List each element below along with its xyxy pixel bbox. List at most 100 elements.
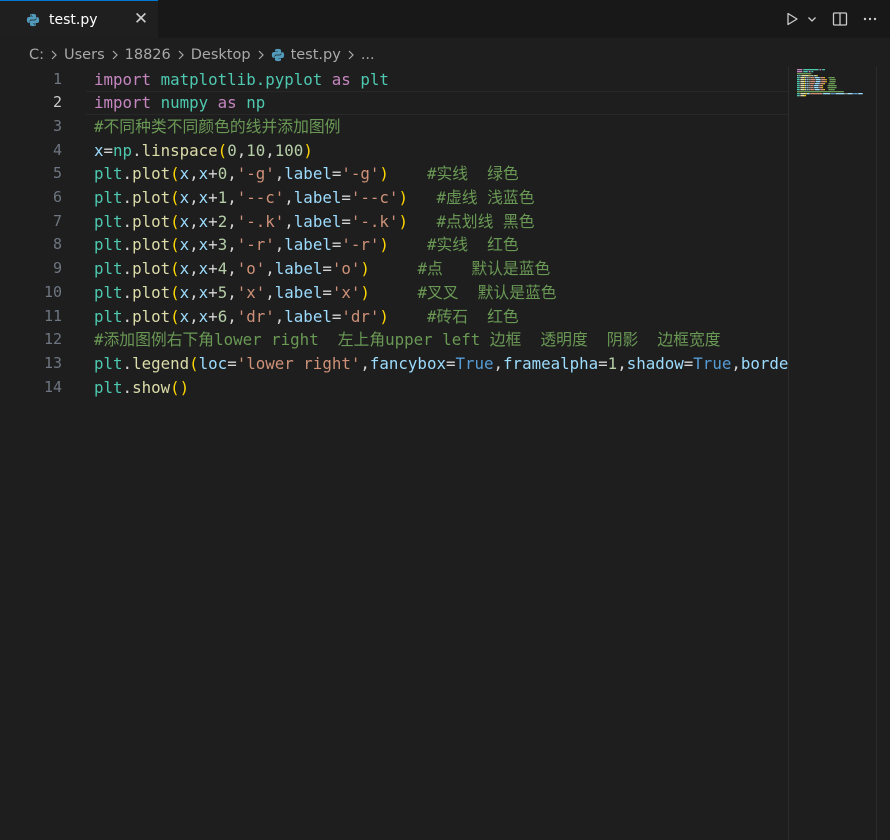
breadcrumb-more[interactable]: ... xyxy=(361,47,375,63)
vertical-scrollbar[interactable] xyxy=(876,67,890,840)
code-token: . xyxy=(122,164,133,184)
code-text: plt.show() xyxy=(94,376,189,400)
minimap-token xyxy=(797,77,800,79)
code-token: , xyxy=(189,188,199,207)
code-token: . xyxy=(122,211,133,231)
minimap-token xyxy=(811,71,814,73)
code-token: + xyxy=(208,259,218,279)
code-line[interactable]: 12 #添加图例右下角lower right 左上角upper left 边框 透… xyxy=(0,328,788,352)
code-token: = xyxy=(322,259,332,279)
line-number: 12 xyxy=(43,330,62,349)
code-token: = xyxy=(341,188,351,207)
code-line[interactable]: 3 #不同种类不同颜色的线并添加图例 xyxy=(0,115,788,139)
code-token: , xyxy=(265,282,275,302)
close-icon[interactable]: ✕ xyxy=(132,10,150,28)
code-token: numpy xyxy=(160,93,209,113)
minimap-token xyxy=(806,87,807,89)
minimap-token xyxy=(798,75,801,77)
code-token: #虚线 浅蓝色 xyxy=(436,188,535,207)
minimap-token xyxy=(807,79,809,81)
minimap-token xyxy=(805,77,806,79)
code-token: label xyxy=(293,188,342,207)
code-token: True xyxy=(455,353,494,373)
minimap-token xyxy=(816,75,818,77)
code-text: plt.plot(x,x+6,'dr',label='dr') #砖石 红色 xyxy=(94,305,519,329)
minimap-token xyxy=(806,89,807,91)
minimap-token xyxy=(824,83,825,85)
minimap-token xyxy=(813,85,815,87)
breadcrumb-user[interactable]: 18826 xyxy=(125,47,171,63)
code-token: '--c' xyxy=(350,188,399,207)
minimap-token xyxy=(835,93,845,95)
code-token: ( xyxy=(170,235,180,255)
code-token: ( xyxy=(170,164,180,184)
code-token: label xyxy=(284,235,332,255)
code-token: '-.k' xyxy=(350,211,399,231)
code-token: . xyxy=(122,353,133,373)
minimap-token xyxy=(824,89,825,91)
minimap-token xyxy=(814,87,819,89)
code-token: 3 xyxy=(217,235,228,255)
minimap-token xyxy=(797,91,844,93)
code-line[interactable]: 9 plt.plot(x,x+4,'o',label='o') #点 默认是蓝色 xyxy=(0,257,788,281)
more-actions-button[interactable] xyxy=(862,11,878,27)
minimap-token xyxy=(810,83,815,85)
minimap-token xyxy=(815,77,820,79)
code-text: plt.plot(x,x+5,'x',label='x') #叉叉 默认是蓝色 xyxy=(94,281,557,305)
minimap-token xyxy=(805,83,806,85)
code-line[interactable]: 11 plt.plot(x,x+6,'dr',label='dr') #砖石 红色 xyxy=(0,305,788,329)
code-token: 0 xyxy=(227,140,237,160)
chevron-right-icon xyxy=(111,50,119,60)
minimap-token xyxy=(797,89,800,91)
minimap-token xyxy=(797,85,800,87)
split-editor-button[interactable] xyxy=(832,11,848,27)
code-token: '-.k' xyxy=(236,211,285,231)
code-token: , xyxy=(189,235,199,255)
code-editor[interactable]: 1 import matplotlib.pyplot as plt 2 import … xyxy=(0,67,788,840)
line-number: 8 xyxy=(52,235,62,254)
minimap-token xyxy=(807,85,809,87)
chevron-down-icon[interactable] xyxy=(806,13,818,25)
code-line[interactable]: 2 import numpy as np xyxy=(0,91,788,115)
minimap-token xyxy=(806,87,808,89)
minimap-token xyxy=(814,85,819,87)
run-button[interactable] xyxy=(784,11,818,27)
tab-test-py[interactable]: test.py ✕ xyxy=(0,0,158,38)
code-token: 'dr' xyxy=(236,306,275,326)
breadcrumb-users[interactable]: Users xyxy=(64,47,105,63)
code-token: np xyxy=(113,140,133,160)
minimap-token xyxy=(821,79,826,81)
minimap-token xyxy=(805,81,806,83)
code-line[interactable]: 1 import matplotlib.pyplot as plt xyxy=(0,68,788,92)
code-token: plt xyxy=(94,353,123,373)
breadcrumb-file[interactable]: test.py xyxy=(271,47,341,63)
code-token: framealpha xyxy=(503,353,599,373)
minimap-token xyxy=(809,77,811,79)
minimap-token xyxy=(808,83,810,85)
code-line[interactable]: 6 plt.plot(x,x+1,'--c',label='--c') #虚线 浅… xyxy=(0,186,788,210)
code-line[interactable]: 7 plt.plot(x,x+2,'-.k',label='-.k') #点划线 … xyxy=(0,210,788,234)
code-token: . xyxy=(122,306,133,326)
minimap-token xyxy=(803,69,819,71)
code-line[interactable]: 13 plt.legend(loc='lower right',fancybox=… xyxy=(0,352,788,376)
code-line[interactable]: 14 plt.show() xyxy=(0,376,788,400)
code-line[interactable]: 10 plt.plot(x,x+5,'x',label='x') #叉叉 默认是蓝… xyxy=(0,281,788,305)
minimap-token xyxy=(807,77,809,79)
code-line[interactable]: 4 x=np.linspace(0,10,100) xyxy=(0,139,788,163)
minimap-token xyxy=(847,93,853,95)
minimap-token xyxy=(804,87,806,89)
breadcrumb-drive[interactable]: C: xyxy=(29,47,44,63)
code-token: . xyxy=(122,235,133,255)
code-line[interactable]: 8 plt.plot(x,x+3,'-r',label='-r') #实线 红色 xyxy=(0,233,788,257)
minimap[interactable] xyxy=(797,68,872,98)
code-line[interactable]: 5 plt.plot(x,x+0,'-g',label='-g') #实线 绿色 xyxy=(0,162,788,186)
minimap-token xyxy=(810,77,815,79)
minimap-token xyxy=(808,75,810,77)
minimap-token xyxy=(797,87,800,89)
breadcrumb-desktop[interactable]: Desktop xyxy=(191,47,251,63)
minimap-token xyxy=(804,95,806,97)
code-token: x xyxy=(198,282,209,302)
code-token: plt xyxy=(94,282,123,302)
